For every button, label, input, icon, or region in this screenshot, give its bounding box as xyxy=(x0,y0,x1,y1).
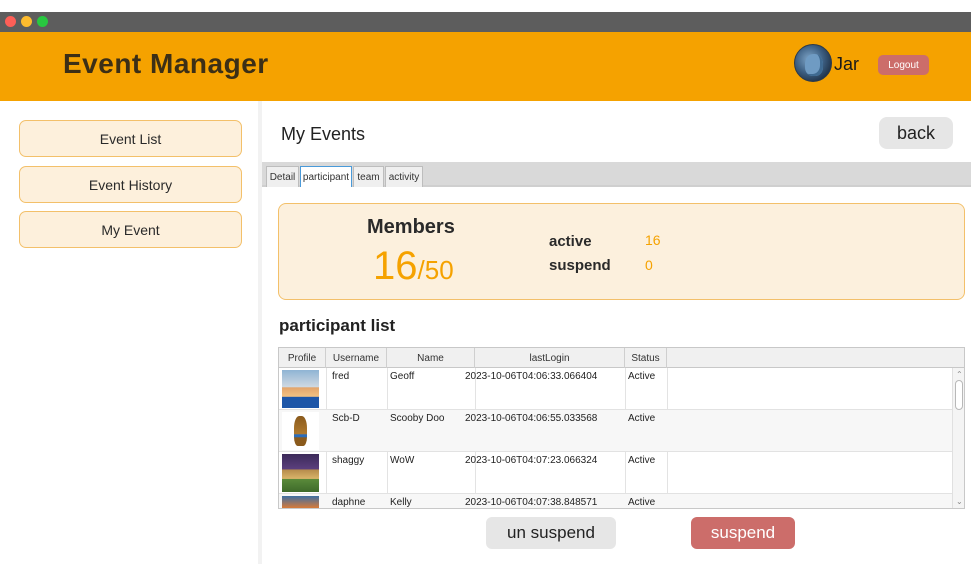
members-label: Members xyxy=(367,216,455,238)
profile-image xyxy=(282,496,319,508)
cell-name: Geoff xyxy=(390,371,415,382)
profile-image xyxy=(282,454,319,492)
column-header-profile[interactable]: Profile xyxy=(279,348,326,368)
title-bar-strip xyxy=(0,12,971,32)
cell-name: Scooby Doo xyxy=(390,413,445,424)
members-summary-card: Members 16/50 active 16 suspend 0 xyxy=(278,203,965,300)
app-window: Event Manager Jar Logout Event List Even… xyxy=(0,0,971,564)
main-panel: My Events back Detail participant team a… xyxy=(262,101,971,564)
suspend-count-value: 0 xyxy=(645,257,653,273)
members-current: 16 xyxy=(373,244,418,288)
cell-username: shaggy xyxy=(332,455,365,466)
maximize-window-icon[interactable] xyxy=(37,16,48,27)
cell-username: daphne xyxy=(332,497,366,508)
cell-name: WoW xyxy=(390,455,415,466)
sidebar-item-event-history[interactable]: Event History xyxy=(19,166,242,203)
tab-participant[interactable]: participant xyxy=(300,166,352,187)
tab-team[interactable]: team xyxy=(353,166,384,187)
column-header-status[interactable]: Status xyxy=(625,348,667,368)
profile-image xyxy=(282,412,319,450)
participant-list-title: participant list xyxy=(279,316,396,335)
column-header-lastlogin[interactable]: lastLogin xyxy=(475,348,625,368)
page-title: My Events xyxy=(281,124,366,144)
cell-status: Active xyxy=(628,497,656,508)
column-header-name[interactable]: Name xyxy=(387,348,475,368)
table-row[interactable]: shaggy WoW 2023-10-06T04:07:23.066324 Ac… xyxy=(279,452,952,494)
members-separator: / xyxy=(417,255,425,285)
cell-username: fred xyxy=(332,371,350,382)
table-header: Profile Username Name lastLogin Status xyxy=(279,348,964,368)
scroll-up-icon[interactable]: ⌃ xyxy=(956,370,963,379)
active-label: active xyxy=(549,233,592,250)
suspend-button[interactable]: suspend xyxy=(691,517,795,549)
cell-status: Active xyxy=(628,455,656,466)
sidebar-item-my-event[interactable]: My Event xyxy=(19,211,242,248)
title-bar xyxy=(0,0,971,32)
cell-status: Active xyxy=(628,371,656,382)
participant-table: Profile Username Name lastLogin Status f… xyxy=(278,347,965,509)
column-header-username[interactable]: Username xyxy=(326,348,387,368)
tab-activity[interactable]: activity xyxy=(385,166,423,187)
members-count: 16/50 xyxy=(373,244,454,289)
profile-image xyxy=(282,370,319,408)
table-row[interactable]: daphne Kelly 2023-10-06T04:07:38.848571 … xyxy=(279,494,952,508)
user-avatar xyxy=(794,44,832,82)
app-header: Event Manager Jar Logout xyxy=(0,32,971,101)
close-window-icon[interactable] xyxy=(5,16,16,27)
logout-button[interactable]: Logout xyxy=(878,55,929,75)
cell-username: Scb-D xyxy=(332,413,360,424)
cell-lastlogin: 2023-10-06T04:06:55.033568 xyxy=(465,413,598,424)
active-value: 16 xyxy=(645,232,661,248)
tab-bar: Detail participant team activity xyxy=(262,162,971,187)
scroll-down-icon[interactable]: ⌄ xyxy=(956,497,963,506)
scroll-thumb[interactable] xyxy=(955,380,963,410)
cell-name: Kelly xyxy=(390,497,412,508)
table-row[interactable]: fred Geoff 2023-10-06T04:06:33.066404 Ac… xyxy=(279,368,952,410)
sidebar-item-event-list[interactable]: Event List xyxy=(19,120,242,157)
members-max: 50 xyxy=(424,255,454,285)
back-button[interactable]: back xyxy=(879,117,953,149)
sidebar: Event List Event History My Event xyxy=(0,101,258,564)
table-body: fred Geoff 2023-10-06T04:06:33.066404 Ac… xyxy=(279,368,952,508)
table-scrollbar[interactable]: ⌃ ⌄ xyxy=(952,368,964,508)
tab-detail[interactable]: Detail xyxy=(266,166,299,187)
user-name: Jar xyxy=(834,54,860,74)
cell-lastlogin: 2023-10-06T04:07:23.066324 xyxy=(465,455,598,466)
cell-lastlogin: 2023-10-06T04:07:38.848571 xyxy=(465,497,598,508)
unsuspend-button[interactable]: un suspend xyxy=(486,517,616,549)
cell-status: Active xyxy=(628,413,656,424)
cell-lastlogin: 2023-10-06T04:06:33.066404 xyxy=(465,371,598,382)
suspend-count-label: suspend xyxy=(549,257,611,274)
minimize-window-icon[interactable] xyxy=(21,16,32,27)
app-title: Event Manager xyxy=(63,48,269,79)
table-row[interactable]: Scb-D Scooby Doo 2023-10-06T04:06:55.033… xyxy=(279,410,952,452)
